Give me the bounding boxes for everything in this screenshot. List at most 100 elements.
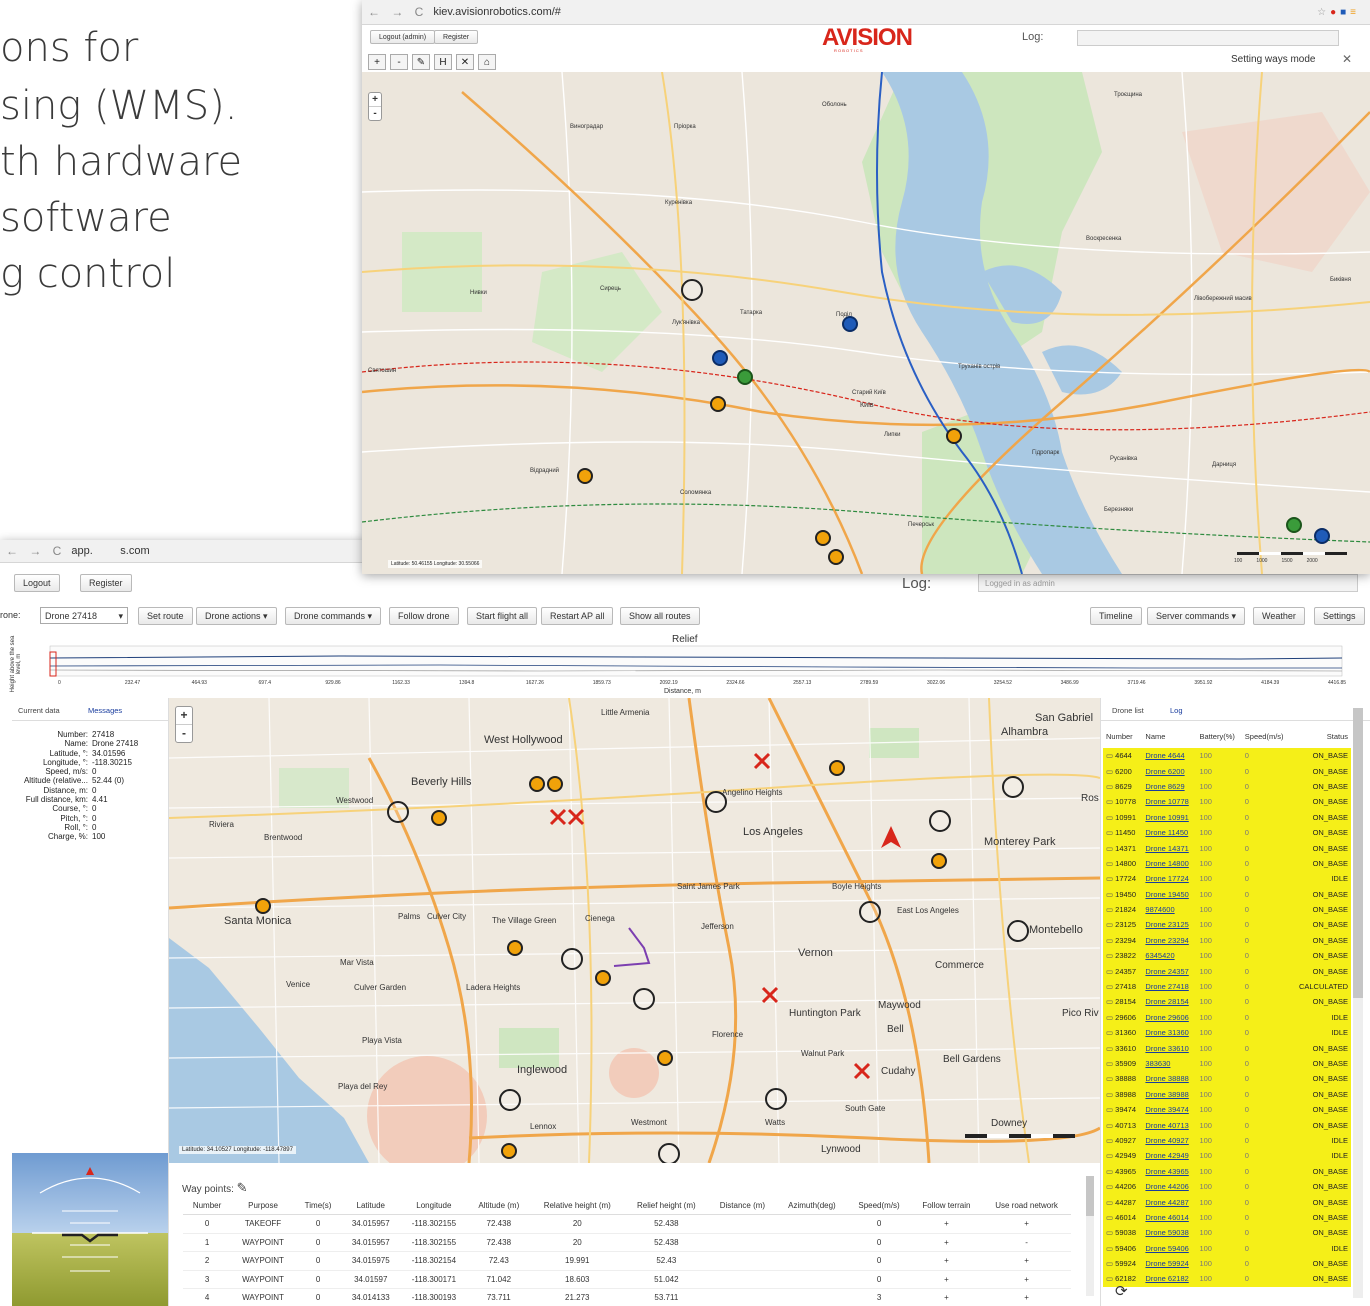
waypoint-cell[interactable]: 0 [295,1270,342,1289]
drone-list-cell[interactable]: Drone 29606 [1142,1009,1197,1026]
waypoint-cell[interactable]: -118.302155 [400,1233,468,1252]
drone-list-cell[interactable]: Drone 33610 [1142,1040,1197,1056]
waypoint-cell[interactable]: 53.711 [624,1288,709,1306]
list-item[interactable]: ▭ 14800 Drone 14800 100 0 ON_BASE [1103,855,1351,872]
drone-list-cell[interactable]: Drone 19450 [1142,886,1197,902]
base-marker[interactable] [737,369,753,385]
list-item[interactable]: ▭ 10991 Drone 10991 100 0 ON_BASE [1103,809,1351,825]
drone-marker[interactable] [387,801,409,823]
base-marker[interactable] [255,898,271,914]
drone-list-cell[interactable]: Drone 59038 [1142,1225,1197,1241]
waypoint-cell[interactable]: 51.042 [624,1270,709,1289]
drone-list-cell[interactable]: Drone 14371 [1142,840,1197,856]
drone-list-column-header[interactable]: Status [1291,724,1351,748]
waypoint-cell[interactable]: - [982,1233,1071,1252]
drone-list-column-header[interactable]: Battery(%) [1196,724,1241,748]
waypoint-cell[interactable]: + [910,1214,983,1234]
waypoint-cell[interactable]: TAKEOFF [231,1214,295,1234]
waypoint-cell[interactable] [708,1214,777,1234]
waypoint-cell[interactable]: 34.015975 [341,1251,401,1271]
waypoint-cell[interactable]: -118.302155 [400,1214,468,1234]
waypoints-column-header[interactable]: Use road network [982,1196,1071,1215]
waypoint-cell[interactable]: 0 [183,1214,232,1234]
waypoint-cell[interactable]: 72.43 [467,1251,531,1271]
waypoint-cell[interactable]: WAYPOINT [231,1233,295,1252]
waypoint-cell[interactable]: 0 [295,1288,342,1306]
drone-list-cell[interactable]: Drone 31360 [1142,1025,1197,1041]
drone-list-cell[interactable]: Drone 6200 [1142,763,1197,779]
waypoint-cell[interactable]: WAYPOINT [231,1270,295,1289]
list-item[interactable]: ▭ 14371 Drone 14371 100 0 ON_BASE [1103,840,1351,856]
base-marker[interactable] [1314,528,1330,544]
drone-list-cell[interactable]: Drone 62182 [1142,1271,1197,1287]
close-icon[interactable]: ✕ [1342,52,1352,66]
waypoint-cell[interactable]: 34.014133 [341,1288,401,1306]
base-marker[interactable] [931,853,947,869]
drone-list-cell[interactable]: Drone 10778 [1142,794,1197,810]
list-item[interactable]: ▭ 35909 383630 100 0 ON_BASE [1103,1055,1351,1072]
tab-current-data[interactable]: Current data [18,706,60,715]
waypoint-cell[interactable] [776,1270,848,1289]
kiev-map[interactable]: + - Latitude: 50.46155 Longitude: 30.550… [362,72,1370,574]
list-item[interactable]: ▭ 33610 Drone 33610 100 0 ON_BASE [1103,1040,1351,1056]
drone-list-cell[interactable]: Drone 59924 [1142,1255,1197,1272]
drone-marker[interactable] [658,1143,680,1163]
waypoint-cell[interactable]: + [910,1233,983,1252]
register-button[interactable]: Register [434,30,479,44]
browser-nav-icons[interactable]: ← → C [6,544,65,558]
base-marker[interactable] [842,316,858,332]
list-item[interactable]: ▭ 27418 Drone 27418 100 0 CALCULATED [1103,978,1351,995]
list-item[interactable]: ▭ 44206 Drone 44206 100 0 ON_BASE [1103,1178,1351,1195]
drone-list-cell[interactable]: Drone 59406 [1142,1240,1197,1256]
drone-list-cell[interactable]: 6345420 [1142,948,1197,964]
list-item[interactable]: ▭ 38888 Drone 38888 100 0 ON_BASE [1103,1071,1351,1087]
base-marker[interactable] [710,396,726,412]
waypoint-cell[interactable]: + [982,1251,1071,1271]
waypoints-scrollbar[interactable] [1086,1176,1094,1296]
drone-list-cell[interactable]: Drone 46014 [1142,1209,1197,1226]
drone-list-cell[interactable]: Drone 39474 [1142,1101,1197,1118]
waypoints-column-header[interactable]: Altitude (m) [467,1196,531,1215]
waypoint-cell[interactable]: 21.273 [530,1288,625,1306]
map-tool-button[interactable]: - [390,54,408,70]
waypoint-cell[interactable]: 4 [183,1288,232,1306]
waypoint-cell[interactable]: -118.300171 [400,1270,468,1289]
waypoint-cell[interactable] [776,1288,848,1306]
drone-marker[interactable] [633,988,655,1010]
base-marker[interactable] [595,970,611,986]
list-item[interactable]: ▭ 43965 Drone 43965 100 0 ON_BASE [1103,1163,1351,1179]
map-tool-button[interactable]: ✕ [456,54,474,70]
waypoint-cell[interactable] [708,1233,777,1252]
waypoint-cell[interactable]: 73.711 [467,1288,531,1306]
drone-list-cell[interactable]: Drone 40713 [1142,1117,1197,1133]
table-row[interactable]: 2 WAYPOINT 0 34.015975 -118.302154 72.43 19.99… [183,1251,1071,1271]
base-marker[interactable] [815,530,831,546]
waypoint-cell[interactable]: + [910,1288,983,1306]
list-item[interactable]: ▭ 23294 Drone 23294 100 0 ON_BASE [1103,932,1351,949]
drone-marker[interactable] [1007,920,1029,942]
drone-commands-button[interactable]: Drone commands ▾ [285,607,382,625]
waypoint-cell[interactable]: 3 [847,1288,911,1306]
waypoint-cell[interactable]: 52.43 [624,1251,709,1271]
zoom-in-button[interactable]: + [369,93,381,106]
drone-list-cell[interactable]: Drone 8629 [1142,778,1197,795]
waypoint-cell[interactable]: -118.302154 [400,1251,468,1271]
base-marker[interactable] [828,549,844,565]
base-marker[interactable] [547,776,563,792]
drone-list-cell[interactable]: Drone 42949 [1142,1148,1197,1164]
list-item[interactable]: ▭ 62182 Drone 62182 100 0 ON_BASE [1103,1271,1351,1287]
table-row[interactable]: 0 TAKEOFF 0 34.015957 -118.302155 72.438 20 52.… [183,1214,1071,1234]
waypoints-column-header[interactable]: Purpose [231,1196,295,1215]
waypoint-cell[interactable]: 34.015957 [341,1233,401,1252]
base-marker[interactable] [507,940,523,956]
list-item[interactable]: ▭ 31360 Drone 31360 100 0 IDLE [1103,1025,1351,1041]
waypoint-cell[interactable] [708,1270,777,1289]
base-marker[interactable] [529,776,545,792]
list-item[interactable]: ▭ 23822 6345420 100 0 ON_BASE [1103,948,1351,964]
list-item[interactable]: ▭ 8629 Drone 8629 100 0 ON_BASE [1103,778,1351,795]
base-marker[interactable] [829,760,845,776]
log-field[interactable]: Logged in as admin [978,574,1358,592]
base-marker[interactable] [577,468,593,484]
drone-list-column-header[interactable]: Number [1103,724,1142,748]
tab-drone-list[interactable]: Drone list [1112,706,1144,715]
